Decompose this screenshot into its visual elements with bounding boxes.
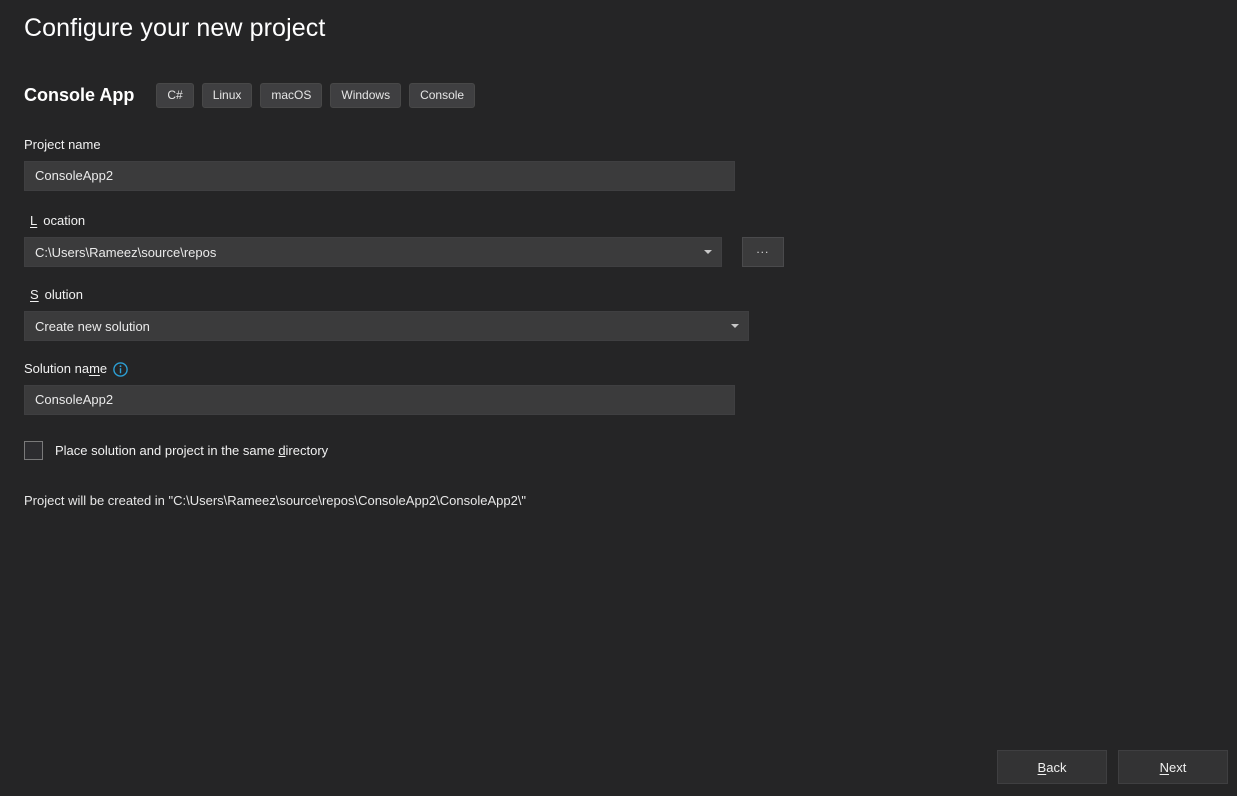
back-button-post: ack	[1046, 759, 1067, 775]
info-circle-icon[interactable]	[113, 361, 128, 377]
dialog-footer: Back Next	[0, 750, 1237, 796]
location-label: Location	[24, 213, 784, 229]
solution-label-post: olution	[44, 287, 83, 302]
back-button[interactable]: Back	[997, 750, 1107, 784]
same-directory-label-post: irectory	[285, 443, 329, 458]
solution-name-label-pre: Solution na	[24, 361, 90, 376]
location-row: C:\Users\Rameez\source\repos ...	[24, 237, 784, 267]
browse-location-button[interactable]: ...	[741, 237, 784, 267]
project-name-label-text: Project name	[24, 137, 101, 152]
tag-macos: macOS	[260, 82, 323, 108]
location-label-post: ocation	[43, 213, 86, 228]
same-directory-label[interactable]: Place solution and project in the same d…	[55, 443, 328, 458]
solution-name-label: Solution name	[24, 361, 784, 377]
next-button-accesskey: N	[1159, 759, 1170, 775]
project-name-label: Project name	[24, 137, 784, 153]
page-title: Configure your new project	[24, 14, 326, 42]
chevron-down-icon	[731, 324, 739, 328]
solution-label: Solution	[24, 287, 784, 303]
solution-label-accesskey: S	[30, 287, 39, 302]
project-name-input[interactable]: ConsoleApp2	[24, 161, 735, 191]
tag-linux: Linux	[201, 82, 253, 108]
solution-name-label-post: e	[99, 361, 108, 376]
location-combobox[interactable]: C:\Users\Rameez\source\repos	[24, 237, 722, 267]
chevron-down-icon	[703, 250, 712, 254]
next-button-post: ext	[1169, 759, 1187, 775]
solution-combobox[interactable]: Create new solution	[24, 311, 749, 341]
solution-name-input[interactable]: ConsoleApp2	[24, 385, 735, 415]
same-directory-label-pre: Place solution and project in the same	[55, 443, 279, 458]
back-button-accesskey: B	[1037, 759, 1047, 775]
tag-windows: Windows	[330, 82, 402, 108]
location-label-accesskey: L	[30, 213, 38, 228]
solution-name-label-accesskey: m	[89, 361, 100, 376]
same-directory-checkbox[interactable]	[24, 441, 43, 460]
template-summary: Console App C# Linux macOS Windows Conso…	[24, 82, 476, 108]
template-tag-list: C# Linux macOS Windows Console	[156, 82, 476, 108]
location-value: C:\Users\Rameez\source\repos	[35, 244, 217, 260]
same-directory-label-accesskey: d	[278, 443, 286, 458]
next-button[interactable]: Next	[1118, 750, 1228, 784]
tag-console: Console	[409, 82, 476, 108]
same-directory-row[interactable]: Place solution and project in the same d…	[24, 441, 784, 460]
solution-name-label-text: Solution name	[24, 361, 107, 377]
project-path-preview: Project will be created in "C:\Users\Ram…	[24, 493, 527, 508]
template-name: Console App	[24, 85, 135, 105]
project-configuration-form: Project name ConsoleApp2 Location C:\Use…	[24, 137, 784, 508]
solution-value: Create new solution	[35, 318, 150, 334]
tag-csharp: C#	[156, 82, 194, 108]
